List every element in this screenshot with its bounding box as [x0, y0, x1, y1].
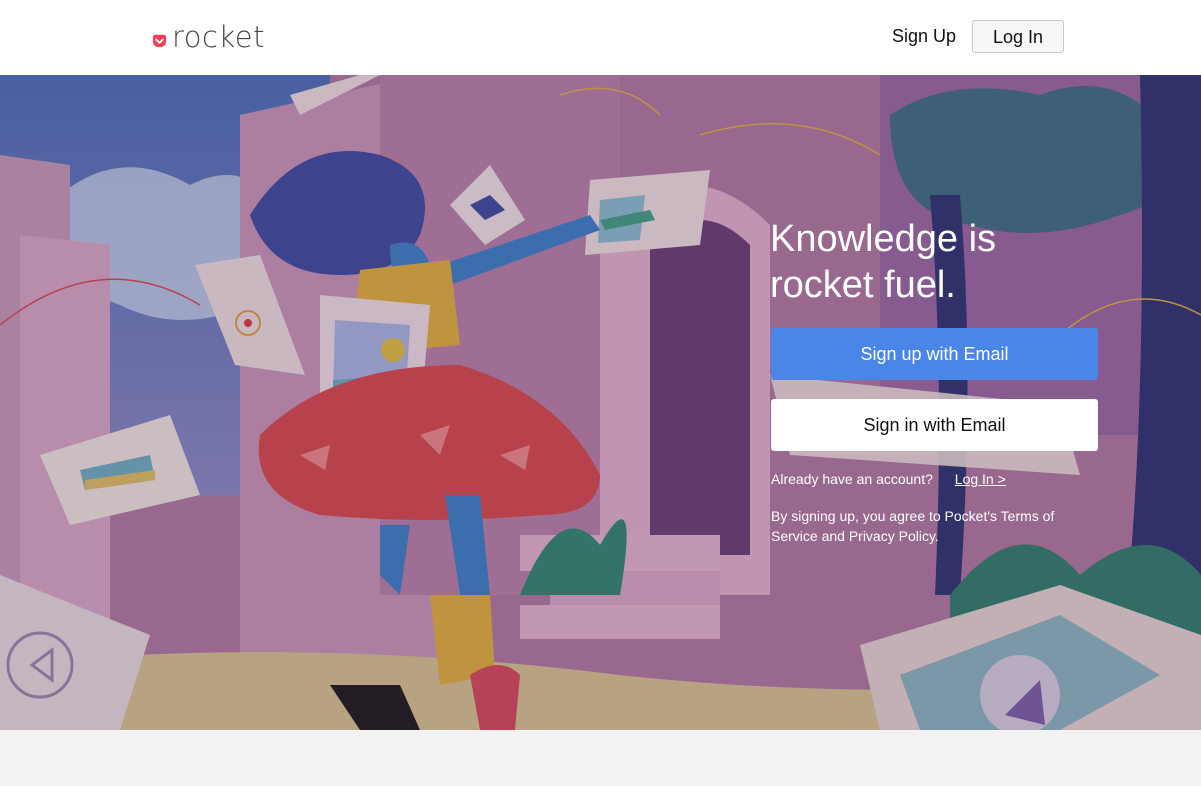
footer — [0, 730, 1201, 786]
login-link[interactable]: Log In > — [955, 471, 1006, 487]
pocket-icon — [152, 34, 167, 47]
logo-text: rocket — [172, 20, 265, 54]
signin-email-button[interactable]: Sign in with Email — [771, 399, 1098, 451]
logo[interactable]: rocket — [150, 20, 265, 54]
hero-headline: Knowledge is rocket fuel. — [770, 218, 997, 306]
top-nav-bar: rocket Sign Up Log In — [0, 0, 1201, 75]
account-prompt-text: Already have an account? — [771, 471, 933, 487]
hero-section: Knowledge is rocket fuel. Sign up with E… — [0, 75, 1201, 730]
signup-email-button[interactable]: Sign up with Email — [771, 328, 1098, 380]
login-button[interactable]: Log In — [972, 20, 1064, 53]
terms-text: By signing up, you agree to Pocket's Ter… — [771, 508, 1055, 544]
account-prompt-row: Already have an account? Log In > — [771, 470, 1006, 488]
signup-link[interactable]: Sign Up — [892, 24, 956, 48]
